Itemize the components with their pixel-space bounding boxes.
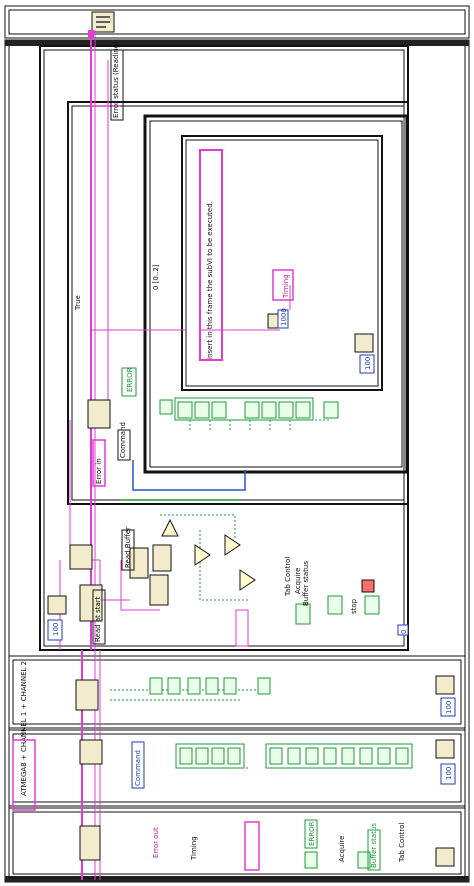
const-wait-ms: 100 (52, 623, 60, 636)
const-wait-ms-1: 100 (364, 357, 372, 370)
label-insert-note: Insert in this frame the subVI to be exe… (206, 201, 214, 360)
numeric-constants (47, 309, 456, 785)
cluster-terminals (149, 399, 409, 869)
label-stop: stop (350, 598, 358, 614)
label-read-at-start: Read at start (94, 596, 102, 642)
label-acquire-lower: Acquire (338, 836, 346, 862)
label-error-lower: ERROR (308, 821, 316, 846)
label-atmega-list: ATMEGA8 + CHANNEL 1 + CHANNEL 2 (20, 661, 28, 796)
const-loop-count: 0 (400, 630, 408, 634)
const-1000: 1000 (280, 308, 288, 326)
const-wait-ms-2: 100 (445, 701, 453, 714)
label-sequence-selector: 0 [0..2] (152, 264, 160, 290)
label-acquire: Acquire (294, 568, 302, 594)
label-error-status-reading: Error status (Reading) (112, 41, 120, 118)
label-case-selector: True (74, 295, 82, 311)
const-wait-ms-3: 100 (445, 767, 453, 780)
label-command: Command (119, 422, 127, 458)
label-buffer-status-lower: Buffer status (370, 823, 378, 868)
label-read-buffer: Read Buffer (124, 527, 132, 568)
top-strip (4, 5, 470, 39)
block-diagram: Error status (Reading) True 0 [0..2] Ins… (4, 5, 470, 883)
timer-icons (47, 313, 455, 867)
compare-nodes (161, 518, 256, 591)
label-error-in: Error in (95, 458, 103, 484)
label-command-lower: Command (134, 750, 142, 786)
label-tab-control-lower: Tab Control (398, 823, 406, 863)
label-tab-control: Tab Control (284, 557, 292, 597)
label-timing-lower: Timing (190, 836, 198, 861)
label-error-out-lower: Error out (152, 827, 160, 858)
left-icons (69, 399, 172, 861)
label-error: ERROR (126, 367, 134, 392)
label-buffer-status: Buffer status (302, 561, 310, 606)
label-timing: Timing (282, 274, 290, 299)
